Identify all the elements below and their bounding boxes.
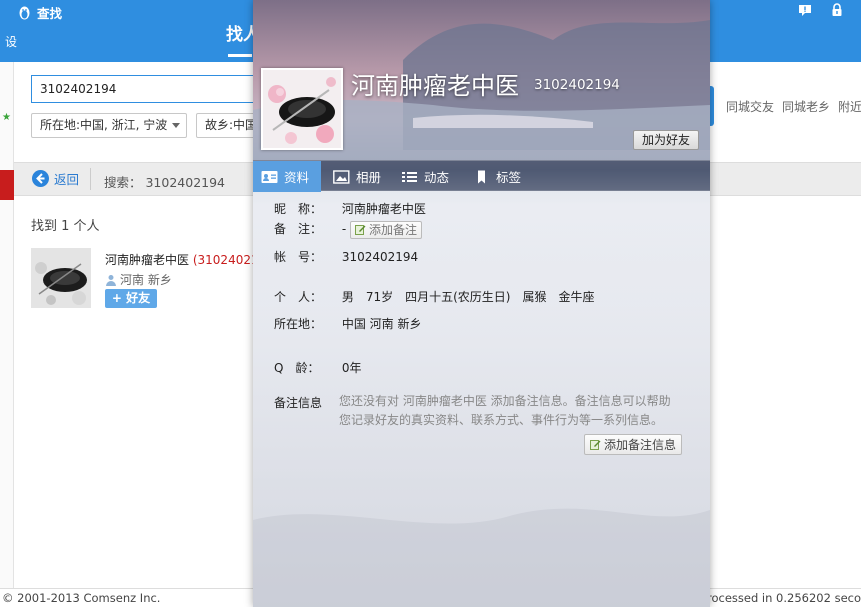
tab-profile-label: 资料: [284, 170, 310, 185]
qage-label: Q 龄：: [274, 361, 320, 375]
card-tab-bar: 资料 相册 动态 标签: [253, 160, 710, 192]
processed-time-text: Processed in 0.256202 seco: [700, 591, 861, 605]
list-icon: [402, 171, 417, 182]
account-row: 帐 号： 3102402194: [274, 248, 418, 265]
location-select-value: 所在地:中国, 浙江, 宁波: [40, 118, 168, 132]
personal-value: 男 71岁 四月十五(农历生日) 属猴 金牛座: [341, 290, 595, 304]
add-as-friend-button[interactable]: 加为好友: [633, 130, 699, 150]
hometown-select-value: 故乡:中国: [205, 118, 258, 132]
result-location: 河南 新乡: [105, 271, 172, 288]
person-icon: [106, 274, 116, 286]
quick-link-nearby[interactable]: 附近的: [838, 98, 861, 115]
profile-card: 河南肿瘤老中医 3102402194 加为好友 资料 相册 动态 标签 昵 称：…: [253, 0, 710, 607]
add-friend-button[interactable]: + 好友: [105, 289, 157, 308]
location-select[interactable]: 所在地:中国, 浙江, 宁波: [31, 113, 187, 138]
result-qq-number: (31024021: [192, 253, 259, 267]
edit-note-icon: [355, 225, 366, 235]
found-count: 找到 1 个人: [31, 219, 100, 234]
location-value: 中国 河南 新乡: [341, 317, 422, 331]
tab-active-indicator: [228, 54, 252, 57]
finder-title-text: 查找: [37, 6, 63, 21]
nickname-label: 昵 称：: [274, 202, 323, 216]
add-memo-info-button[interactable]: 添加备注信息: [584, 434, 683, 455]
qage-row: Q 龄： 0年: [274, 359, 361, 376]
edit-note-icon: [590, 440, 601, 450]
tab-profile[interactable]: 资料: [253, 161, 321, 192]
search-breadcrumb: 搜索： 3102402194: [104, 175, 226, 190]
bookmark-icon: [478, 170, 485, 183]
remark-label: 备 注：: [274, 222, 323, 236]
card-nickname: 河南肿瘤老中医: [351, 72, 519, 100]
account-value: 3102402194: [341, 250, 419, 264]
remark-value: -: [341, 222, 347, 236]
qage-value: 0年: [341, 361, 362, 375]
quick-links: 同城交友 同城老乡 附近的: [726, 98, 861, 115]
add-remark-button[interactable]: 添加备注: [350, 220, 423, 239]
personal-row: 个 人： 男 71岁 四月十五(农历生日) 属猴 金牛座: [274, 288, 594, 305]
tab-feeds[interactable]: 动态: [393, 161, 457, 192]
chevron-down-icon: [172, 123, 180, 128]
quick-link-hometown[interactable]: 同城老乡: [782, 98, 830, 115]
finder-title: 查找: [18, 3, 62, 22]
tab-feeds-label: 动态: [424, 170, 450, 185]
personal-label: 个 人：: [274, 290, 323, 304]
remark-row: 备 注： - 添加备注: [274, 220, 423, 239]
photo-icon: [333, 169, 350, 184]
result-location-text: 河南 新乡: [120, 273, 172, 287]
copyright-text: © 2001-2013 Comsenz Inc.: [2, 591, 161, 605]
search-input[interactable]: [31, 75, 261, 103]
memo-row: 备注信息: [274, 394, 338, 411]
avatar-image: [31, 248, 91, 308]
add-remark-label: 添加备注: [369, 223, 418, 237]
location-row: 所在地： 中国 河南 新乡: [274, 315, 421, 332]
penguin-icon: [19, 6, 30, 19]
result-nickname: 河南肿瘤老中医: [105, 253, 190, 267]
card-avatar[interactable]: [261, 68, 343, 150]
back-label: 返回: [54, 172, 80, 187]
nickname-value: 河南肿瘤老中医: [341, 202, 426, 216]
location-label: 所在地：: [274, 317, 323, 331]
tab-albums-label: 相册: [356, 170, 382, 185]
divider: [90, 168, 91, 190]
card-qq-number: 3102402194: [534, 77, 620, 93]
back-arrow-icon: [32, 170, 49, 187]
finder-side-label: 设: [5, 35, 18, 49]
result-avatar[interactable]: [31, 248, 91, 308]
memo-label: 备注信息: [274, 396, 323, 410]
card-avatar-image: [263, 70, 341, 148]
back-button[interactable]: 返回: [31, 169, 79, 188]
quick-link-same-city[interactable]: 同城交友: [726, 98, 774, 115]
memo-description: 您还没有对 河南肿瘤老中医 添加备注信息。备注信息可以帮助您记录好友的真实资料、…: [339, 394, 671, 427]
tab-tags[interactable]: 标签: [465, 161, 529, 192]
account-label: 帐 号：: [274, 250, 323, 264]
add-memo-info-label: 添加备注信息: [604, 438, 677, 452]
tab-albums[interactable]: 相册: [325, 161, 389, 192]
result-name[interactable]: 河南肿瘤老中医 (31024021: [105, 251, 259, 268]
feedback-icon[interactable]: [798, 3, 812, 17]
nickname-row: 昵 称： 河南肿瘤老中医: [274, 200, 426, 217]
lock-icon[interactable]: [830, 3, 844, 17]
id-card-icon: [261, 170, 278, 183]
tab-tags-label: 标签: [496, 170, 522, 185]
